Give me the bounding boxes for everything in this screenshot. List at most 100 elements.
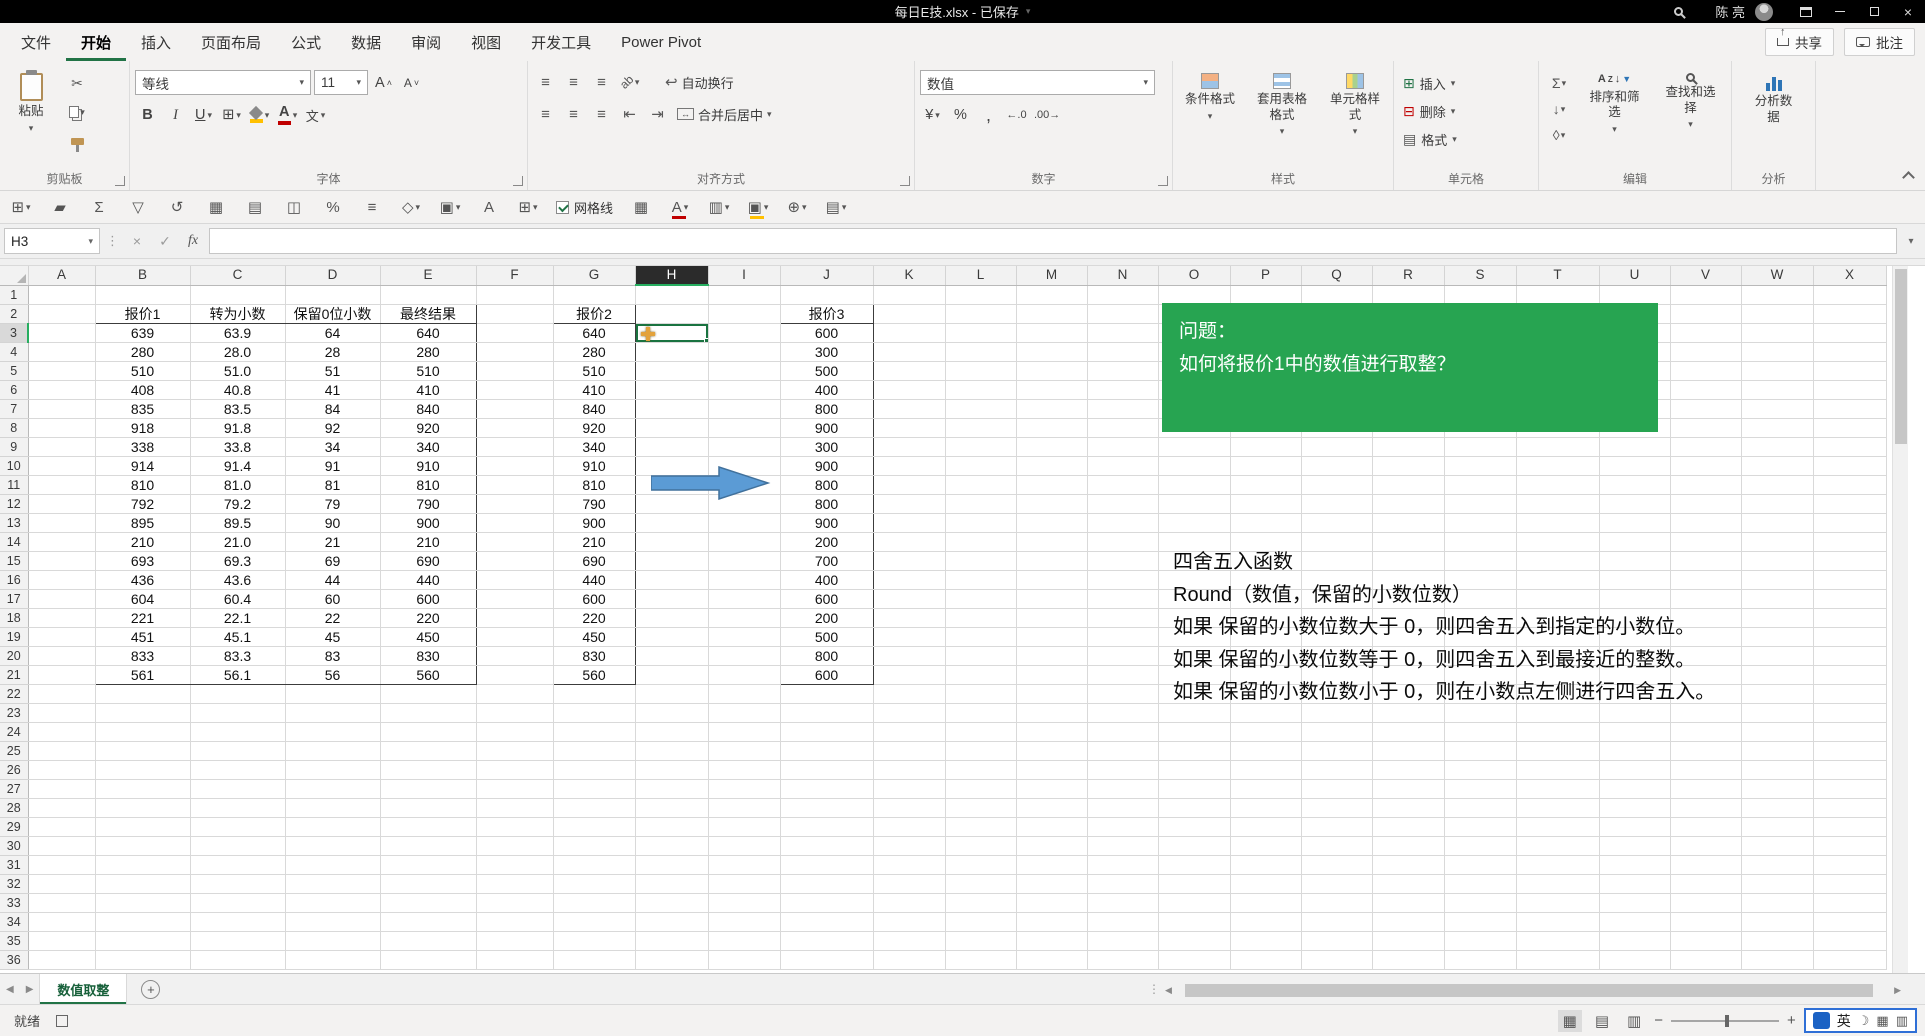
cell-B35[interactable] <box>95 931 190 950</box>
cell-G4[interactable]: 280 <box>553 342 635 361</box>
cell-G10[interactable]: 910 <box>553 456 635 475</box>
cell-I28[interactable] <box>708 798 780 817</box>
cell-C17[interactable]: 60.4 <box>190 589 285 608</box>
cell-T30[interactable] <box>1516 836 1599 855</box>
cell-F18[interactable] <box>476 608 553 627</box>
cell-C31[interactable] <box>190 855 285 874</box>
cell-B31[interactable] <box>95 855 190 874</box>
cell-C29[interactable] <box>190 817 285 836</box>
ime-keyboard-icon[interactable]: ▦ <box>1876 1013 1888 1029</box>
right-arrow-shape[interactable] <box>651 466 771 502</box>
row-header-28[interactable]: 28 <box>0 798 28 817</box>
cell-L34[interactable] <box>945 912 1016 931</box>
cell-J11[interactable]: 800 <box>780 475 873 494</box>
cell-E35[interactable] <box>380 931 476 950</box>
cell-P30[interactable] <box>1230 836 1301 855</box>
cell-P34[interactable] <box>1230 912 1301 931</box>
row-header-25[interactable]: 25 <box>0 741 28 760</box>
cell-E15[interactable]: 690 <box>380 551 476 570</box>
cell-G15[interactable]: 690 <box>553 551 635 570</box>
cell-S24[interactable] <box>1444 722 1516 741</box>
cell-J26[interactable] <box>780 760 873 779</box>
cell-L11[interactable] <box>945 475 1016 494</box>
cell-X33[interactable] <box>1813 893 1886 912</box>
link-icon[interactable]: ⊕▾ <box>786 198 808 216</box>
cell-X35[interactable] <box>1813 931 1886 950</box>
cell-A3[interactable] <box>28 323 95 342</box>
cell-J12[interactable]: 800 <box>780 494 873 513</box>
cell-N21[interactable] <box>1087 665 1158 684</box>
conditional-formatting-button[interactable]: 条件格式 ▾ <box>1178 68 1242 127</box>
cell-I6[interactable] <box>708 380 780 399</box>
cell-G26[interactable] <box>553 760 635 779</box>
ribbon-tab-开发工具[interactable]: 开发工具 <box>516 23 606 61</box>
cell-D5[interactable]: 51 <box>285 361 380 380</box>
cell-B24[interactable] <box>95 722 190 741</box>
cell-A17[interactable] <box>28 589 95 608</box>
cell-L6[interactable] <box>945 380 1016 399</box>
cell-L20[interactable] <box>945 646 1016 665</box>
cell-Q10[interactable] <box>1301 456 1372 475</box>
cell-M28[interactable] <box>1016 798 1087 817</box>
cell-J14[interactable]: 200 <box>780 532 873 551</box>
cell-O24[interactable] <box>1158 722 1230 741</box>
cell-G25[interactable] <box>553 741 635 760</box>
cell-G34[interactable] <box>553 912 635 931</box>
zoom-slider-thumb[interactable] <box>1725 1015 1729 1027</box>
cell-D17[interactable]: 60 <box>285 589 380 608</box>
cell-U31[interactable] <box>1599 855 1670 874</box>
row-header-21[interactable]: 21 <box>0 665 28 684</box>
cell-R32[interactable] <box>1372 874 1444 893</box>
cell-J25[interactable] <box>780 741 873 760</box>
column-header-I[interactable]: I <box>708 266 780 285</box>
cell-M11[interactable] <box>1016 475 1087 494</box>
cell-B30[interactable] <box>95 836 190 855</box>
cell-E29[interactable] <box>380 817 476 836</box>
cell-C18[interactable]: 22.1 <box>190 608 285 627</box>
cell-F32[interactable] <box>476 874 553 893</box>
name-box-resizer[interactable]: ⋮ <box>104 233 121 249</box>
cell-F3[interactable] <box>476 323 553 342</box>
cell-A30[interactable] <box>28 836 95 855</box>
cell-M29[interactable] <box>1016 817 1087 836</box>
comma-style-button[interactable]: , <box>976 103 1001 127</box>
cell-L2[interactable] <box>945 304 1016 323</box>
format-painter-button[interactable] <box>62 130 92 152</box>
cell-W25[interactable] <box>1741 741 1813 760</box>
cell-C34[interactable] <box>190 912 285 931</box>
align-top-button[interactable]: ≡ <box>533 70 558 94</box>
cell-D16[interactable]: 44 <box>285 570 380 589</box>
name-box-caret-icon[interactable]: ▾ <box>88 236 93 247</box>
cell-M33[interactable] <box>1016 893 1087 912</box>
cell-R26[interactable] <box>1372 760 1444 779</box>
cell-A16[interactable] <box>28 570 95 589</box>
cell-I19[interactable] <box>708 627 780 646</box>
cell-H22[interactable] <box>635 684 708 703</box>
cell-J13[interactable]: 900 <box>780 513 873 532</box>
cell-D30[interactable] <box>285 836 380 855</box>
cell-L14[interactable] <box>945 532 1016 551</box>
row-header-33[interactable]: 33 <box>0 893 28 912</box>
cell-O31[interactable] <box>1158 855 1230 874</box>
cell-K33[interactable] <box>873 893 945 912</box>
cell-T12[interactable] <box>1516 494 1599 513</box>
cell-K18[interactable] <box>873 608 945 627</box>
cell-J8[interactable]: 900 <box>780 418 873 437</box>
cell-I1[interactable] <box>708 285 780 304</box>
cell-E36[interactable] <box>380 950 476 969</box>
cell-G21[interactable]: 560 <box>553 665 635 684</box>
cell-I8[interactable] <box>708 418 780 437</box>
cell-F30[interactable] <box>476 836 553 855</box>
cell-C5[interactable]: 51.0 <box>190 361 285 380</box>
cell-H6[interactable] <box>635 380 708 399</box>
cell-A6[interactable] <box>28 380 95 399</box>
cell-B33[interactable] <box>95 893 190 912</box>
cell-R34[interactable] <box>1372 912 1444 931</box>
analyze-data-button[interactable]: 分析数据 <box>1746 68 1802 130</box>
cell-M4[interactable] <box>1016 342 1087 361</box>
cell-E14[interactable]: 210 <box>380 532 476 551</box>
cell-B2[interactable]: 报价1 <box>95 304 190 323</box>
cell-S29[interactable] <box>1444 817 1516 836</box>
cell-I16[interactable] <box>708 570 780 589</box>
cell-K35[interactable] <box>873 931 945 950</box>
